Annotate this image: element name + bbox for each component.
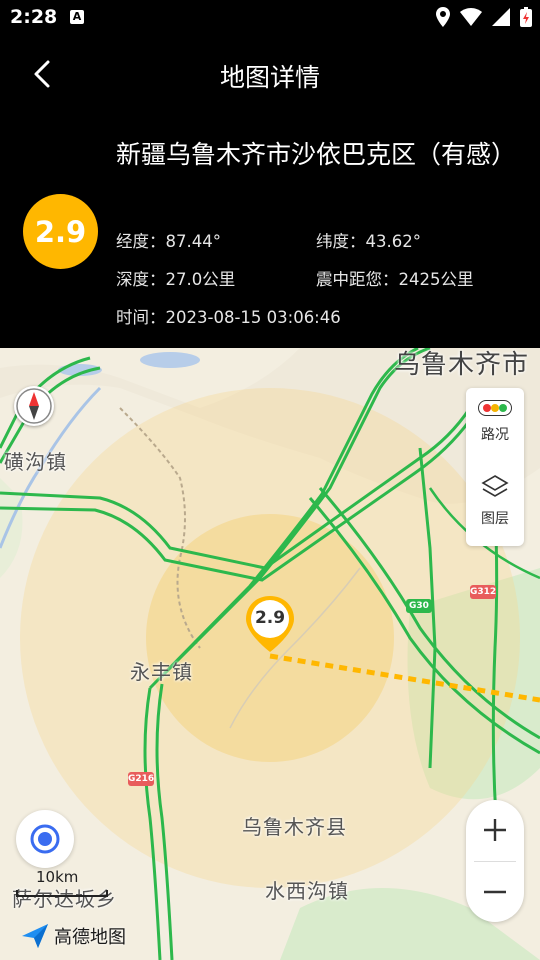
epicenter-pin[interactable]: 2.9 (244, 594, 296, 656)
layers-label: 图层 (481, 511, 509, 527)
plus-icon (484, 819, 506, 841)
earthquake-info-panel: 2.9 新疆乌鲁木齐市沙依巴克区（有感） 经度：87.44° 纬度：43.62°… (0, 112, 540, 348)
signal-icon (492, 8, 510, 26)
amap-logo-icon (22, 924, 48, 948)
zoom-in-button[interactable] (466, 800, 524, 860)
distance-value: 震中距您：2425公里 (316, 270, 474, 289)
latitude-value: 纬度：43.62° (316, 232, 421, 251)
depth-value: 深度：27.0公里 (116, 270, 236, 289)
minus-icon (484, 890, 506, 894)
pin-magnitude: 2.9 (254, 608, 286, 628)
longitude-value: 经度：87.44° (116, 232, 221, 251)
zoom-controls (466, 800, 524, 922)
road-shield-g216: G216 (128, 772, 155, 786)
map-label-city: 乌鲁木齐市 (394, 350, 530, 380)
map-label-kuanggou: 磺沟镇 (4, 450, 67, 474)
battery-icon (520, 7, 532, 27)
road-shield-g30: G30 (406, 599, 432, 613)
map-view[interactable]: G30 G312 G216 乌鲁木齐市 磺沟镇 永丰镇 乌鲁木齐县 萨尔达坂乡 … (0, 348, 540, 960)
road-shield-g312: G312 (470, 585, 497, 599)
zoom-out-button[interactable] (466, 862, 524, 922)
location-icon (436, 7, 450, 27)
map-scale-label: 10km (36, 868, 79, 886)
traffic-button[interactable]: 路况 (466, 400, 524, 444)
traffic-light-icon (478, 400, 512, 416)
map-label-yongfeng: 永丰镇 (130, 660, 193, 684)
amap-brand-text: 高德地图 (54, 927, 126, 948)
magnitude-badge: 2.9 (23, 194, 98, 269)
map-label-shuixigou: 水西沟镇 (265, 879, 349, 903)
layers-button[interactable]: 图层 (466, 474, 524, 528)
location-target-icon (30, 824, 60, 854)
compass-button[interactable] (14, 386, 54, 426)
map-label-saerdaban: 萨尔达坂乡 (12, 887, 117, 911)
notification-icon: A (70, 10, 84, 24)
page-title: 地图详情 (219, 63, 320, 92)
earthquake-location-title: 新疆乌鲁木齐市沙依巴克区（有感） (116, 140, 517, 169)
compass-icon (16, 388, 52, 424)
status-bar: 2:28 A (0, 0, 540, 36)
wifi-icon (460, 8, 482, 26)
my-location-button[interactable] (16, 810, 74, 868)
map-scale-bar (16, 890, 108, 897)
app-header: 地图详情 (0, 36, 540, 112)
time-value: 时间：2023-08-15 03:06:46 (116, 308, 341, 327)
status-time: 2:28 (10, 6, 58, 28)
map-tools-panel: 路况 图层 (466, 388, 524, 546)
map-label-county: 乌鲁木齐县 (242, 815, 347, 839)
layers-icon (481, 475, 509, 497)
traffic-label: 路况 (481, 427, 509, 443)
status-icons (436, 7, 532, 27)
amap-brand: 高德地图 (20, 922, 126, 950)
